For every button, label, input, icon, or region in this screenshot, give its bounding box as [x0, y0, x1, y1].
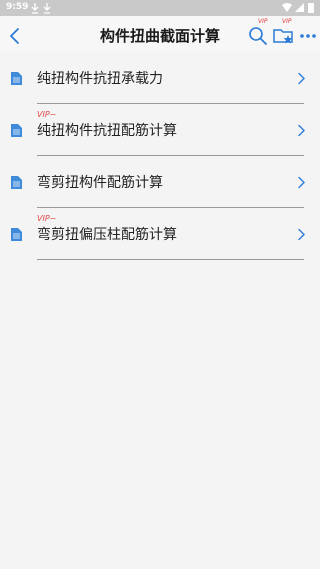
chevron-right-icon	[298, 228, 305, 241]
chevron-right-icon	[298, 124, 305, 137]
search-button[interactable]: VIP	[246, 16, 270, 56]
divider	[37, 259, 304, 260]
chevron-right-icon	[298, 72, 305, 85]
document-icon	[11, 176, 22, 189]
vip-badge: VIP	[258, 18, 268, 25]
list-item-label: 纯扭构件抗扭承载力	[37, 71, 163, 87]
search-icon	[249, 27, 267, 45]
vip-badge: VIP	[282, 18, 292, 25]
list-item[interactable]: 弯剪扭构件配筋计算	[0, 156, 320, 208]
download-icon	[43, 3, 51, 14]
list-item-label: 弯剪扭构件配筋计算	[37, 175, 163, 191]
document-icon	[11, 228, 22, 241]
folder-star-icon	[273, 29, 293, 44]
app-bar: 构件扭曲截面计算 VIP VIP	[0, 16, 320, 56]
download-icon	[31, 3, 39, 14]
list-item[interactable]: 纯扭构件抗扭承载力	[0, 52, 320, 104]
document-icon	[11, 72, 22, 85]
vip-label: VIP~	[37, 214, 57, 223]
more-icon	[300, 34, 316, 38]
list-item-label: 纯扭构件抗扭配筋计算	[37, 123, 177, 139]
list-item-label: 弯剪扭偏压柱配筋计算	[37, 227, 177, 243]
favorites-folder-button[interactable]: VIP	[272, 16, 296, 56]
status-time: 9:59	[6, 2, 29, 12]
document-icon	[11, 124, 22, 137]
list-item[interactable]: VIP~ 纯扭构件抗扭配筋计算	[0, 104, 320, 156]
status-bar: 9:59	[0, 0, 320, 16]
calculation-list: 纯扭构件抗扭承载力 VIP~ 纯扭构件抗扭配筋计算 弯剪扭构件配筋计算 VIP~…	[0, 52, 320, 260]
chevron-right-icon	[298, 176, 305, 189]
more-options-button[interactable]	[298, 16, 318, 56]
signal-icon	[295, 3, 305, 12]
battery-icon	[308, 3, 314, 13]
wifi-icon	[282, 3, 293, 12]
list-item[interactable]: VIP~ 弯剪扭偏压柱配筋计算	[0, 208, 320, 260]
vip-label: VIP~	[37, 110, 57, 119]
